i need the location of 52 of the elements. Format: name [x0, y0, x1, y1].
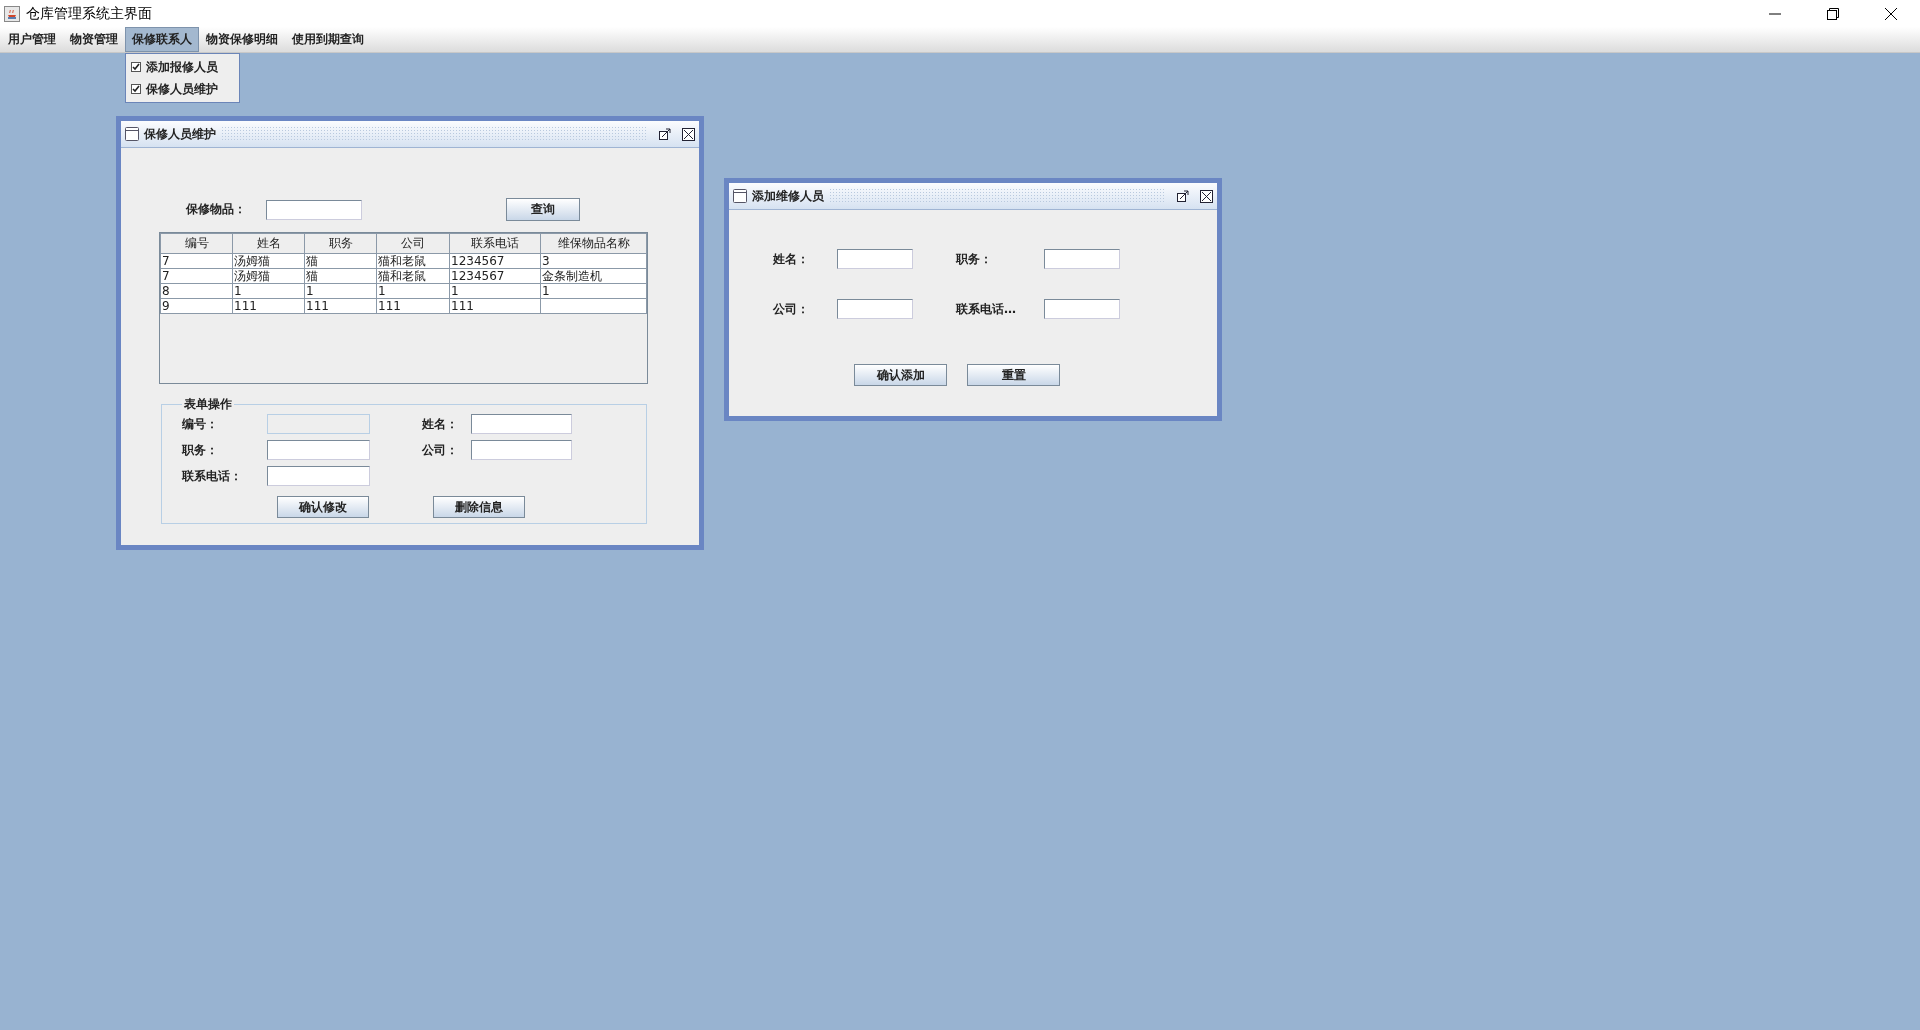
group-title: 表单操作 [183, 396, 233, 413]
menu-entry[interactable]: 保修人员维护 [126, 78, 239, 100]
menu-item[interactable]: 保修联系人 [125, 27, 199, 52]
column-header[interactable]: 维保物品名称 [540, 233, 647, 254]
field-label: 公司： [773, 300, 810, 318]
action-button[interactable]: 确认添加 [854, 364, 947, 386]
search-field[interactable] [266, 199, 362, 220]
input-field[interactable] [471, 440, 572, 460]
input-field[interactable] [837, 299, 913, 319]
menu-item[interactable]: 使用到期查询 [285, 27, 371, 52]
column-header[interactable]: 公司 [376, 233, 450, 254]
column-header[interactable]: 姓名 [232, 233, 305, 254]
field-label: 公司： [422, 441, 459, 459]
window-title: 仓库管理系统主界面 [26, 4, 152, 23]
close-icon[interactable] [1885, 7, 1897, 20]
action-button[interactable]: 删除信息 [433, 496, 525, 518]
action-button[interactable]: 重置 [967, 364, 1060, 386]
frame-title: 添加维修人员 [752, 187, 824, 205]
query-button[interactable]: 查询 [506, 198, 580, 221]
restore-icon[interactable] [1827, 7, 1839, 20]
input-field[interactable] [837, 249, 913, 269]
window-icon [125, 127, 139, 141]
frame-title: 保修人员维护 [144, 125, 216, 143]
input-field[interactable] [267, 466, 370, 486]
input-field[interactable] [267, 440, 370, 460]
checkbox[interactable] [131, 62, 141, 72]
column-header[interactable]: 编号 [160, 233, 233, 254]
app-icon [4, 5, 20, 22]
menu-entry[interactable]: 添加报修人员 [126, 56, 239, 78]
field-label: 姓名： [773, 250, 810, 268]
menu-item[interactable]: 用户管理 [1, 27, 63, 52]
action-button[interactable]: 确认修改 [277, 496, 369, 518]
field-label: 职务： [182, 441, 219, 459]
menu-item[interactable]: 物资保修明细 [199, 27, 285, 52]
field-label: 姓名： [422, 415, 459, 433]
maximize-icon[interactable] [1176, 189, 1189, 203]
field-label: 编号： [182, 415, 219, 433]
input-field[interactable] [1044, 249, 1120, 269]
field-label: 联系电话… [956, 300, 1017, 318]
maximize-icon[interactable] [658, 127, 671, 141]
input-field[interactable] [471, 414, 572, 434]
column-header[interactable]: 职务 [304, 233, 377, 254]
column-header[interactable]: 联系电话 [449, 233, 541, 254]
close-icon[interactable] [682, 127, 695, 141]
field-label: 职务： [956, 250, 993, 268]
window-icon [733, 189, 747, 203]
menu-item[interactable]: 物资管理 [63, 27, 125, 52]
input-field[interactable] [1044, 299, 1120, 319]
field-label: 联系电话： [182, 467, 243, 485]
close-icon[interactable] [1200, 189, 1213, 203]
checkbox[interactable] [131, 84, 141, 94]
field-label: 保修物品： [186, 201, 247, 218]
